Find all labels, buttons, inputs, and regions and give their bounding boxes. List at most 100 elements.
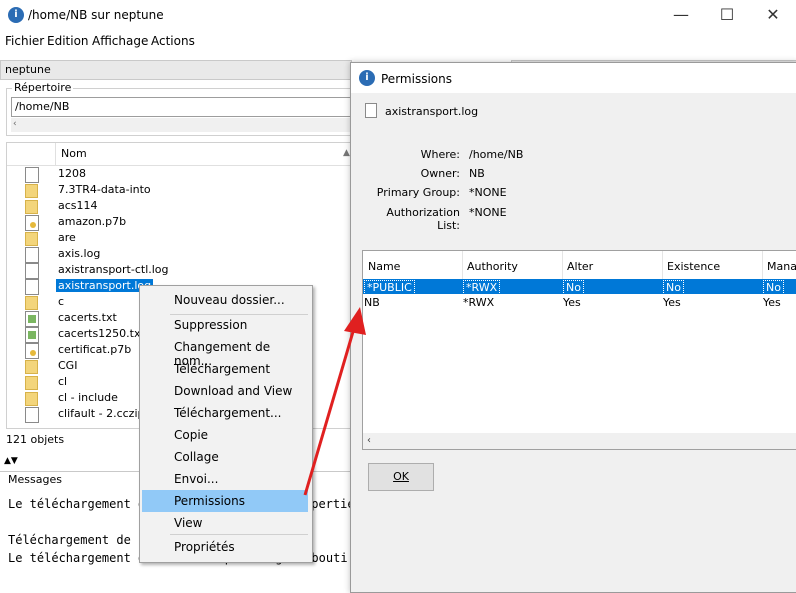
column-header-management[interactable]: Manag bbox=[762, 251, 796, 279]
directory-value: /home/NB bbox=[15, 100, 70, 113]
close-button[interactable]: ✕ bbox=[750, 0, 796, 31]
folder-icon bbox=[25, 232, 38, 246]
column-header-name[interactable]: Name bbox=[363, 251, 463, 279]
list-item[interactable]: amazon.p7b bbox=[7, 214, 357, 231]
file-icon bbox=[25, 247, 39, 263]
column-header-alter[interactable]: Alter bbox=[562, 251, 663, 279]
menu-affichage[interactable]: Affichage bbox=[92, 34, 148, 48]
menu-separator bbox=[170, 534, 308, 535]
menu-item-send[interactable]: Envoi... bbox=[142, 468, 308, 490]
file-name: cacerts1250.txt bbox=[58, 327, 145, 340]
file-icon bbox=[365, 103, 377, 118]
message-line-3: Téléchargement de bbox=[8, 533, 131, 547]
owner-value: NB bbox=[469, 167, 485, 180]
file-name: are bbox=[58, 231, 76, 244]
column-header-authority[interactable]: Authority bbox=[462, 251, 563, 279]
file-name: amazon.p7b bbox=[58, 215, 127, 228]
file-name: CGI bbox=[58, 359, 78, 372]
directory-input[interactable]: /home/NB bbox=[11, 97, 358, 117]
folder-icon bbox=[25, 200, 38, 214]
list-item[interactable]: axis.log bbox=[7, 246, 357, 263]
splitter-arrows-icon[interactable]: ▲▼ bbox=[4, 456, 18, 466]
menu-item-view[interactable]: View bbox=[142, 512, 308, 534]
dialog-file-name: axistransport.log bbox=[385, 105, 479, 118]
file-icon bbox=[25, 407, 39, 423]
menu-item-download[interactable]: Téléchargement bbox=[142, 358, 308, 380]
arrow-head bbox=[344, 307, 366, 335]
file-name: cacerts.txt bbox=[58, 311, 117, 324]
sort-icon: ▲ bbox=[343, 148, 350, 158]
list-item[interactable]: 7.3TR4-data-into bbox=[7, 182, 357, 198]
folder-icon bbox=[25, 184, 38, 198]
directory-label: Répertoire bbox=[12, 81, 74, 94]
table-scrollbar[interactable]: ‹ bbox=[363, 433, 796, 449]
file-name: cl bbox=[58, 375, 68, 388]
menu-item-download-and-view[interactable]: Download and View bbox=[142, 380, 308, 402]
ok-button[interactable]: OK bbox=[368, 463, 434, 491]
message-line-1: Le téléchargement deoperties a abouti bbox=[8, 497, 427, 511]
menu-item-paste[interactable]: Collage bbox=[142, 446, 308, 468]
system-name: neptune bbox=[5, 63, 51, 76]
system-bar: neptune bbox=[0, 60, 352, 80]
file-name: c bbox=[58, 295, 65, 308]
maximize-button[interactable]: ☐ bbox=[704, 0, 750, 31]
file-name: certificat.p7b bbox=[58, 343, 132, 356]
table-row[interactable]: *PUBLIC *RWX No No No bbox=[363, 279, 796, 295]
arrow-shaft bbox=[303, 324, 357, 496]
file-name: clifault - 2.cczip bbox=[58, 407, 145, 420]
menu-edition[interactable]: Edition bbox=[47, 34, 89, 48]
object-count: 121 objets bbox=[6, 433, 65, 446]
file-name: acs114 bbox=[58, 199, 98, 212]
menu-actions[interactable]: Actions bbox=[151, 34, 195, 48]
file-icon bbox=[25, 279, 39, 295]
column-header-existence[interactable]: Existence bbox=[662, 251, 763, 279]
primary-group-value: *NONE bbox=[469, 186, 507, 199]
context-menu: Nouveau dossier... Suppression Changemen… bbox=[139, 285, 313, 563]
menu-item-rename[interactable]: Changement de nom... bbox=[142, 336, 308, 368]
folder-icon bbox=[25, 376, 38, 390]
text-file-icon bbox=[25, 311, 39, 327]
list-item[interactable]: 1208 bbox=[7, 166, 357, 183]
menu-item-download-as[interactable]: Téléchargement... bbox=[142, 402, 308, 424]
menu-fichier[interactable]: Fichier bbox=[5, 34, 44, 48]
scroll-left-icon[interactable]: ‹ bbox=[13, 119, 17, 129]
certificate-icon bbox=[25, 215, 39, 231]
directory-scrollbar[interactable]: ‹ bbox=[11, 118, 356, 132]
menu-item-properties[interactable]: Propriétés bbox=[142, 536, 308, 558]
minimize-button[interactable]: — bbox=[658, 0, 704, 31]
authorization-list-value: *NONE bbox=[469, 206, 507, 219]
folder-icon bbox=[25, 360, 38, 374]
annotation-arrow-icon bbox=[303, 307, 366, 496]
dialog-app-icon: i bbox=[359, 70, 375, 86]
certificate-icon bbox=[25, 343, 39, 359]
dialog-title-bar: i Permissions bbox=[351, 63, 796, 93]
file-list-header: Nom ▲ bbox=[7, 143, 357, 166]
table-row[interactable]: NB *RWX Yes Yes Yes bbox=[363, 295, 796, 310]
permissions-dialog: i Permissions axistransport.log Where: /… bbox=[350, 62, 796, 593]
file-icon bbox=[25, 167, 39, 183]
messages-label: Messages bbox=[8, 473, 62, 486]
menu-item-new-folder[interactable]: Nouveau dossier... bbox=[142, 289, 308, 311]
owner-label: Owner: bbox=[420, 167, 460, 180]
menu-item-delete[interactable]: Suppression bbox=[142, 314, 308, 336]
list-item[interactable]: axistransport-ctl.log bbox=[7, 262, 357, 279]
list-item[interactable]: are bbox=[7, 230, 357, 246]
authorization-list-label: Authorization List: bbox=[386, 206, 460, 232]
permissions-table: Name Authority Alter Existence Manag *PU… bbox=[362, 250, 796, 450]
primary-group-label: Primary Group: bbox=[376, 186, 460, 199]
window-title: /home/NB sur neptune bbox=[28, 8, 164, 22]
file-name: cl - include bbox=[58, 391, 118, 404]
dialog-title: Permissions bbox=[381, 72, 452, 86]
menu-item-permissions[interactable]: Permissions bbox=[142, 490, 308, 512]
where-label: Where: bbox=[420, 148, 460, 161]
name-column-header[interactable]: Nom bbox=[61, 147, 87, 160]
icon-column-header[interactable] bbox=[7, 143, 56, 165]
menu-item-copy[interactable]: Copie bbox=[142, 424, 308, 446]
text-file-icon bbox=[25, 327, 39, 343]
file-name: axis.log bbox=[58, 247, 101, 260]
title-bar: i /home/NB sur neptune — ☐ ✕ bbox=[0, 0, 796, 32]
file-info: Where: /home/NB Owner: NB Primary Group:… bbox=[362, 129, 796, 247]
list-item[interactable]: acs114 bbox=[7, 198, 357, 214]
file-name: 7.3TR4-data-into bbox=[58, 183, 151, 196]
file-icon bbox=[25, 263, 39, 279]
